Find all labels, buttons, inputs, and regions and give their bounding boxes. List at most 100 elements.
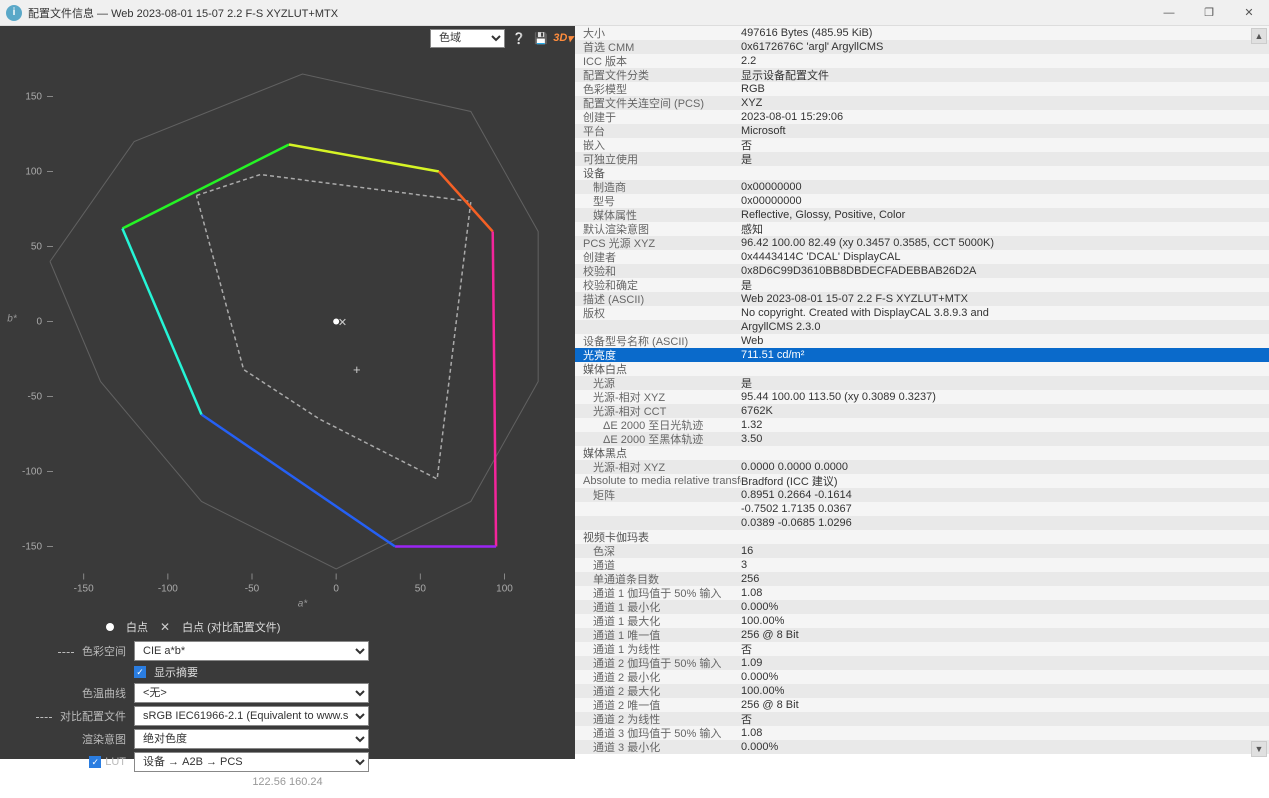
info-row[interactable]: PCS 光源 XYZ96.42 100.00 82.49 (xy 0.3457 …: [575, 236, 1269, 250]
gamut-chart[interactable]: -150-100-50050100150100500-50-100-150a*b…: [0, 50, 575, 613]
coord-readout: 122.56 160.24: [16, 776, 559, 788]
svg-text:a*: a*: [298, 599, 309, 610]
info-value: 0x00000000: [741, 195, 1263, 207]
info-row[interactable]: 通道 2 最大化100.00%: [575, 684, 1269, 698]
info-row[interactable]: 色彩模型RGB: [575, 82, 1269, 96]
svg-text:-100: -100: [158, 584, 178, 595]
info-row[interactable]: 光源是: [575, 376, 1269, 390]
info-row[interactable]: 校验和0x8D6C99D3610BB8DBDECFADEBBAB26D2A: [575, 264, 1269, 278]
gamut-toolbar: 色域 ❔ 💾 3D▾: [0, 26, 575, 50]
info-row[interactable]: ΔE 2000 至黑体轨迹3.50: [575, 432, 1269, 446]
save-icon[interactable]: 💾: [533, 30, 549, 46]
info-row[interactable]: 默认渲染意图感知: [575, 222, 1269, 236]
minimize-button[interactable]: —: [1149, 0, 1189, 26]
info-value: Reflective, Glossy, Positive, Color: [741, 209, 1263, 221]
info-value: 0.0000 0.0000 0.0000: [741, 461, 1263, 473]
info-value: 95.44 100.00 113.50 (xy 0.3089 0.3237): [741, 391, 1263, 403]
info-row[interactable]: 通道3: [575, 558, 1269, 572]
info-label: Absolute to media relative transform: [581, 475, 741, 487]
scroll-up-button[interactable]: ▲: [1251, 28, 1267, 44]
colortemp-select[interactable]: <无>: [134, 683, 369, 703]
outline-label: 显示摘要: [154, 664, 198, 680]
svg-text:-150: -150: [74, 584, 94, 595]
info-row[interactable]: 单通道条目数256: [575, 572, 1269, 586]
info-value: 3: [741, 559, 1263, 571]
info-row[interactable]: ΔE 2000 至日光轨迹1.32: [575, 418, 1269, 432]
info-row[interactable]: 通道 1 唯一值256 @ 8 Bit: [575, 628, 1269, 642]
info-value: 0.000%: [741, 671, 1263, 683]
info-row[interactable]: 通道 3 伽玛值于 50% 输入1.08: [575, 726, 1269, 740]
info-value: -0.7502 1.7135 0.0367: [741, 503, 1263, 515]
maximize-button[interactable]: ❐: [1189, 0, 1229, 26]
info-row[interactable]: 媒体白点: [575, 362, 1269, 376]
info-row[interactable]: 配置文件关连空间 (PCS)XYZ: [575, 96, 1269, 110]
info-row[interactable]: 通道 1 伽玛值于 50% 输入1.08: [575, 586, 1269, 600]
info-row[interactable]: 嵌入否: [575, 138, 1269, 152]
info-row[interactable]: 媒体黑点: [575, 446, 1269, 460]
titlebar: i 配置文件信息 — Web 2023-08-01 15-07 2.2 F-S …: [0, 0, 1269, 26]
gamut-select[interactable]: 色域: [430, 29, 505, 48]
info-row[interactable]: 通道 2 伽玛值于 50% 输入1.09: [575, 656, 1269, 670]
info-row[interactable]: 平台Microsoft: [575, 124, 1269, 138]
info-row[interactable]: 版权No copyright. Created with DisplayCAL …: [575, 306, 1269, 320]
info-row[interactable]: 通道 2 最小化0.000%: [575, 670, 1269, 684]
lut-label: LUT: [105, 756, 126, 768]
info-value: 2023-08-01 15:29:06: [741, 111, 1263, 123]
info-row[interactable]: 媒体属性Reflective, Glossy, Positive, Color: [575, 208, 1269, 222]
info-row[interactable]: 光源-相对 XYZ95.44 100.00 113.50 (xy 0.3089 …: [575, 390, 1269, 404]
info-row[interactable]: ICC 版本2.2: [575, 54, 1269, 68]
svg-text:-50: -50: [28, 392, 43, 403]
render-select[interactable]: 绝对色度: [134, 729, 369, 749]
info-row[interactable]: 设备: [575, 166, 1269, 180]
info-value: 否: [741, 711, 1263, 727]
lut-select[interactable]: 设备 → A2B → PCS: [134, 752, 369, 772]
info-row[interactable]: 色深16: [575, 544, 1269, 558]
window-title: 配置文件信息 — Web 2023-08-01 15-07 2.2 F-S XY…: [28, 5, 1149, 21]
info-row[interactable]: 设备型号名称 (ASCII)Web: [575, 334, 1269, 348]
scroll-down-button[interactable]: ▼: [1251, 741, 1267, 757]
info-row[interactable]: 视频卡伽玛表: [575, 530, 1269, 544]
info-value: Web: [741, 335, 1263, 347]
info-row[interactable]: 通道 1 最小化0.000%: [575, 600, 1269, 614]
info-row[interactable]: 描述 (ASCII)Web 2023-08-01 15-07 2.2 F-S X…: [575, 292, 1269, 306]
info-row[interactable]: -0.7502 1.7135 0.0367: [575, 502, 1269, 516]
close-button[interactable]: ✕: [1229, 0, 1269, 26]
info-value: 0x6172676C 'argl' ArgyllCMS: [741, 41, 1263, 53]
compare-select[interactable]: sRGB IEC61966-2.1 (Equivalent to www.srg…: [134, 706, 369, 726]
svg-text:0: 0: [36, 317, 42, 328]
info-row[interactable]: 光亮度711.51 cd/m²: [575, 348, 1269, 362]
info-row[interactable]: 光源-相对 CCT6762K: [575, 404, 1269, 418]
view3d-icon[interactable]: 3D▾: [555, 30, 571, 46]
compare-whitepoint-swatch: ✕: [160, 620, 170, 634]
info-row[interactable]: Absolute to media relative transformBrad…: [575, 474, 1269, 488]
info-row[interactable]: ArgyllCMS 2.3.0: [575, 320, 1269, 334]
help-icon[interactable]: ❔: [511, 30, 527, 46]
info-value: 1.08: [741, 727, 1263, 739]
info-value: 0x00000000: [741, 181, 1263, 193]
svg-text:-100: -100: [22, 467, 42, 478]
info-row[interactable]: 首选 CMM0x6172676C 'argl' ArgyllCMS: [575, 40, 1269, 54]
info-value: 0x8D6C99D3610BB8DBDECFADEBBAB26D2A: [741, 265, 1263, 277]
colorspace-select[interactable]: CIE a*b*: [134, 641, 369, 661]
info-row[interactable]: 大小497616 Bytes (485.95 KiB): [575, 26, 1269, 40]
outline-checkbox[interactable]: ✓: [134, 666, 146, 678]
info-row[interactable]: 校验和确定是: [575, 278, 1269, 292]
info-row[interactable]: 通道 3 最小化0.000%: [575, 740, 1269, 754]
info-value: 0.0389 -0.0685 1.0296: [741, 517, 1263, 529]
info-row[interactable]: 创建者0x4443414C 'DCAL' DisplayCAL: [575, 250, 1269, 264]
info-row[interactable]: 光源-相对 XYZ0.0000 0.0000 0.0000: [575, 460, 1269, 474]
info-row[interactable]: 型号0x00000000: [575, 194, 1269, 208]
info-row[interactable]: 通道 2 为线性否: [575, 712, 1269, 726]
info-list[interactable]: 大小497616 Bytes (485.95 KiB)首选 CMM0x61726…: [575, 26, 1269, 759]
info-row[interactable]: 矩阵0.8951 0.2664 -0.1614: [575, 488, 1269, 502]
info-row[interactable]: 制造商0x00000000: [575, 180, 1269, 194]
info-row[interactable]: 可独立使用是: [575, 152, 1269, 166]
info-row[interactable]: 通道 1 最大化100.00%: [575, 614, 1269, 628]
info-row[interactable]: 通道 1 为线性否: [575, 642, 1269, 656]
info-row[interactable]: 创建于2023-08-01 15:29:06: [575, 110, 1269, 124]
lut-checkbox[interactable]: ✓: [89, 756, 101, 768]
info-row[interactable]: 0.0389 -0.0685 1.0296: [575, 516, 1269, 530]
svg-text:100: 100: [25, 167, 42, 178]
info-row[interactable]: 配置文件分类显示设备配置文件: [575, 68, 1269, 82]
info-row[interactable]: 通道 2 唯一值256 @ 8 Bit: [575, 698, 1269, 712]
